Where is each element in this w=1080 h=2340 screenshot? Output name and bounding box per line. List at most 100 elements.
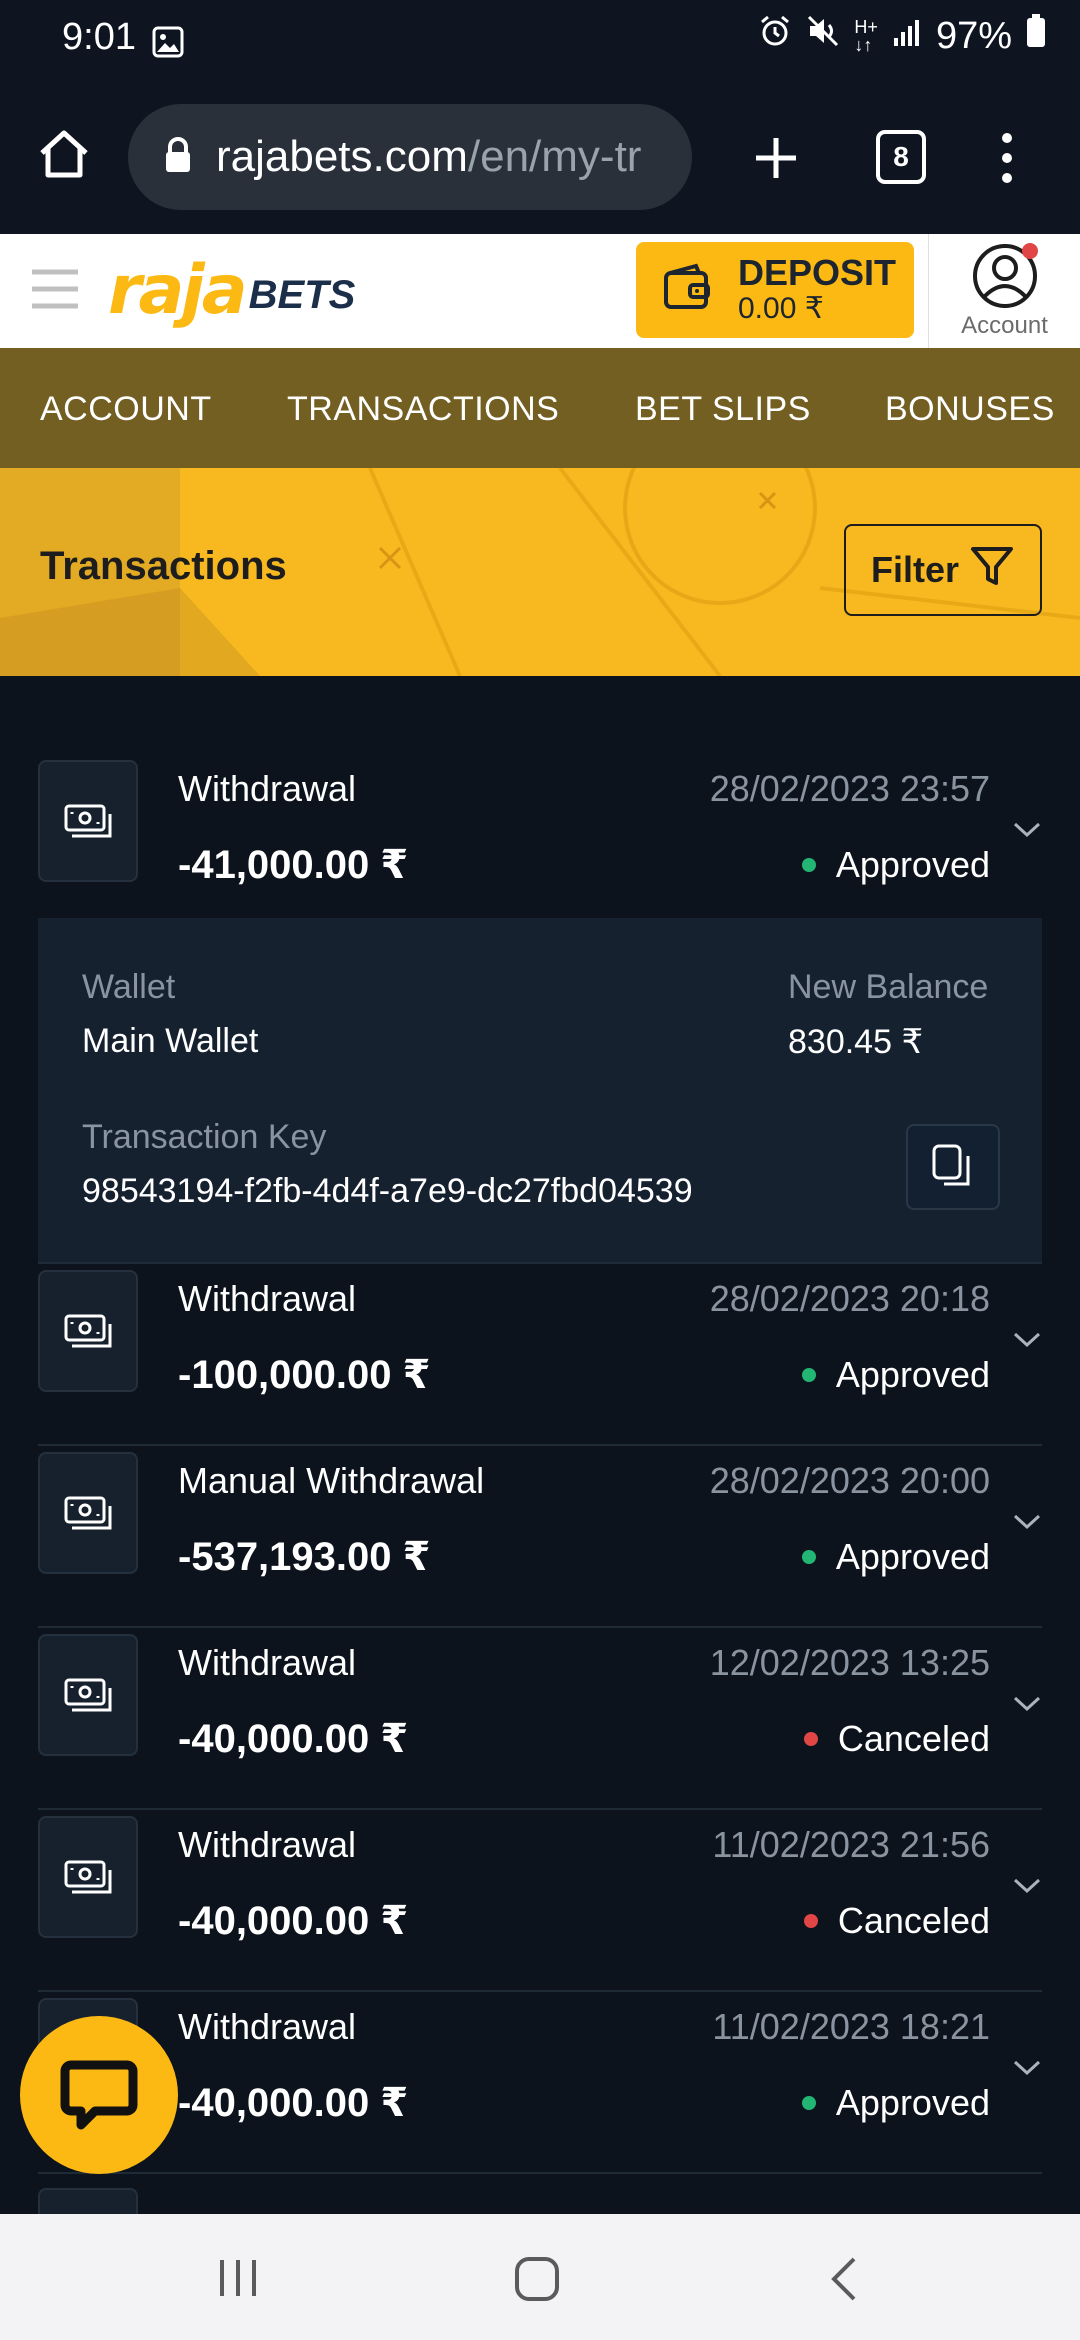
chevron-down-icon[interactable]: [1012, 2058, 1042, 2083]
transaction-date: 28/02/2023 23:57: [709, 768, 990, 809]
money-icon-box: [38, 1634, 138, 1756]
account-button[interactable]: Account: [928, 234, 1080, 348]
status-dot: [801, 2096, 816, 2110]
status-label: Canceled: [837, 1718, 990, 1759]
transaction-type: Withdrawal: [178, 1642, 357, 1683]
recent-apps-icon[interactable]: [216, 2256, 260, 2305]
status-dot: [801, 1368, 816, 1382]
hamburger-menu-icon[interactable]: [30, 264, 80, 319]
cash-icon: [64, 1314, 112, 1348]
back-icon[interactable]: [824, 2256, 864, 2307]
transaction-type: Manual Withdrawal: [178, 1460, 485, 1501]
chevron-up-icon[interactable]: [1012, 820, 1042, 845]
transaction-status: Canceled: [803, 1718, 990, 1760]
money-icon-box: [38, 760, 138, 882]
tab-bet-slips[interactable]: BET SLIPS: [635, 390, 811, 429]
battery-level: 97%: [935, 14, 1012, 57]
deposit-balance: 0.00 ₹: [738, 292, 824, 325]
browser-toolbar: rajabets.com/en/my-tr 8: [0, 84, 1080, 234]
network-hplus-icon: H+ ↓↑: [854, 17, 878, 55]
filter-label: Filter: [870, 549, 959, 590]
filter-button[interactable]: Filter: [844, 524, 1042, 616]
status-dot: [801, 858, 816, 872]
status-dot: [801, 1550, 816, 1564]
status-label: Approved: [835, 844, 990, 885]
transaction-row[interactable]: Withdrawal -40,000.00 ₹ 11/02/2023 18:21…: [38, 1992, 1042, 2174]
battery-icon: [1026, 14, 1046, 58]
chevron-down-icon[interactable]: [1012, 1876, 1042, 1901]
deposit-button[interactable]: DEPOSIT 0.00 ₹: [636, 242, 914, 338]
money-icon-box: [38, 1452, 138, 1574]
url-bar[interactable]: rajabets.com/en/my-tr: [128, 104, 692, 210]
copy-key-button[interactable]: [906, 1124, 1000, 1210]
status-label: Canceled: [837, 1900, 990, 1941]
transaction-status: Approved: [801, 844, 990, 886]
transaction-type: Withdrawal: [178, 1824, 357, 1865]
transaction-amount: -41,000.00 ₹: [178, 843, 409, 887]
lock-icon: [164, 136, 192, 178]
new-balance-label: New Balance: [788, 968, 989, 1006]
transaction-type: Withdrawal: [178, 2006, 357, 2047]
status-label: Approved: [835, 1536, 990, 1577]
transaction-amount: -40,000.00 ₹: [178, 1717, 409, 1761]
cash-icon: [64, 1496, 112, 1530]
transactions-list: Withdrawal -41,000.00 ₹ 28/02/2023 23:57…: [38, 754, 1042, 2228]
transaction-details: Wallet Main Wallet New Balance 830.45 ₹ …: [38, 918, 1042, 1264]
tab-account[interactable]: ACCOUNT: [40, 390, 212, 429]
wallet-value: Main Wallet: [82, 1022, 259, 1060]
tab-transactions[interactable]: TRANSACTIONS: [287, 390, 559, 429]
mute-icon: [806, 14, 840, 58]
user-avatar-icon: [971, 242, 1039, 315]
transaction-row[interactable]: Manual Withdrawal -537,193.00 ₹ 28/02/20…: [38, 1446, 1042, 1628]
chevron-down-icon[interactable]: [1012, 1512, 1042, 1537]
transaction-status: Approved: [801, 2082, 990, 2124]
gallery-notification-icon: [152, 26, 184, 63]
transaction-status: Approved: [801, 1354, 990, 1396]
system-navigation-bar: [0, 2214, 1080, 2340]
transaction-date: 12/02/2023 13:25: [709, 1642, 990, 1683]
url-path: /en/my-tr: [467, 132, 642, 181]
money-icon-box: [38, 1816, 138, 1938]
new-balance-value: 830.45 ₹: [788, 1023, 924, 1061]
account-label: Account: [961, 312, 1048, 339]
transaction-amount: -40,000.00 ₹: [178, 2081, 409, 2125]
rajabets-logo[interactable]: raja BETS: [108, 250, 355, 330]
cash-icon: [64, 1860, 112, 1894]
copy-icon: [932, 1144, 970, 1186]
more-options-icon[interactable]: [992, 128, 1022, 193]
site-header: raja BETS DEPOSIT 0.00 ₹ Account: [0, 234, 1080, 348]
transaction-type: Withdrawal: [178, 1278, 357, 1319]
live-chat-button[interactable]: [20, 2016, 178, 2174]
status-dot: [803, 1732, 818, 1746]
status-dot: [803, 1914, 818, 1928]
transaction-date: 28/02/2023 20:18: [709, 1278, 990, 1319]
home-button-icon[interactable]: [514, 2256, 560, 2307]
new-tab-icon[interactable]: [746, 128, 806, 193]
status-label: Approved: [835, 2082, 990, 2123]
home-icon[interactable]: [36, 126, 92, 187]
signal-icon: [892, 15, 922, 58]
tab-switcher-button[interactable]: 8: [876, 130, 926, 184]
transaction-row[interactable]: Withdrawal -40,000.00 ₹ 12/02/2023 13:25…: [38, 1628, 1042, 1810]
wallet-label: Wallet: [82, 968, 176, 1006]
transaction-date: 11/02/2023 18:21: [712, 2006, 990, 2047]
account-nav: ACCOUNT TRANSACTIONS BET SLIPS BONUSES: [0, 348, 1080, 468]
transaction-row[interactable]: Withdrawal -40,000.00 ₹ 11/02/2023 21:56…: [38, 1810, 1042, 1992]
url-text: rajabets.com/en/my-tr: [216, 132, 641, 182]
cash-icon: [64, 804, 112, 838]
logo-raja: raja: [108, 250, 248, 330]
deposit-label: DEPOSIT: [738, 252, 897, 293]
transaction-row[interactable]: Withdrawal -41,000.00 ₹ 28/02/2023 23:57…: [38, 754, 1042, 918]
chevron-down-icon[interactable]: [1012, 1330, 1042, 1355]
transaction-key-value: 98543194-f2fb-4d4f-a7e9-dc27fbd04539: [82, 1172, 693, 1210]
transaction-row-partial: [38, 2174, 1042, 2228]
tab-bonuses[interactable]: BONUSES: [885, 390, 1055, 429]
logo-bets: BETS: [248, 272, 356, 317]
wallet-icon: [662, 263, 712, 318]
chevron-down-icon[interactable]: [1012, 1694, 1042, 1719]
url-domain: rajabets.com: [216, 132, 468, 181]
status-time: 9:01: [62, 16, 136, 58]
transaction-key-label: Transaction Key: [82, 1118, 327, 1156]
transaction-status: Canceled: [803, 1900, 990, 1942]
transaction-row[interactable]: Withdrawal -100,000.00 ₹ 28/02/2023 20:1…: [38, 1264, 1042, 1446]
